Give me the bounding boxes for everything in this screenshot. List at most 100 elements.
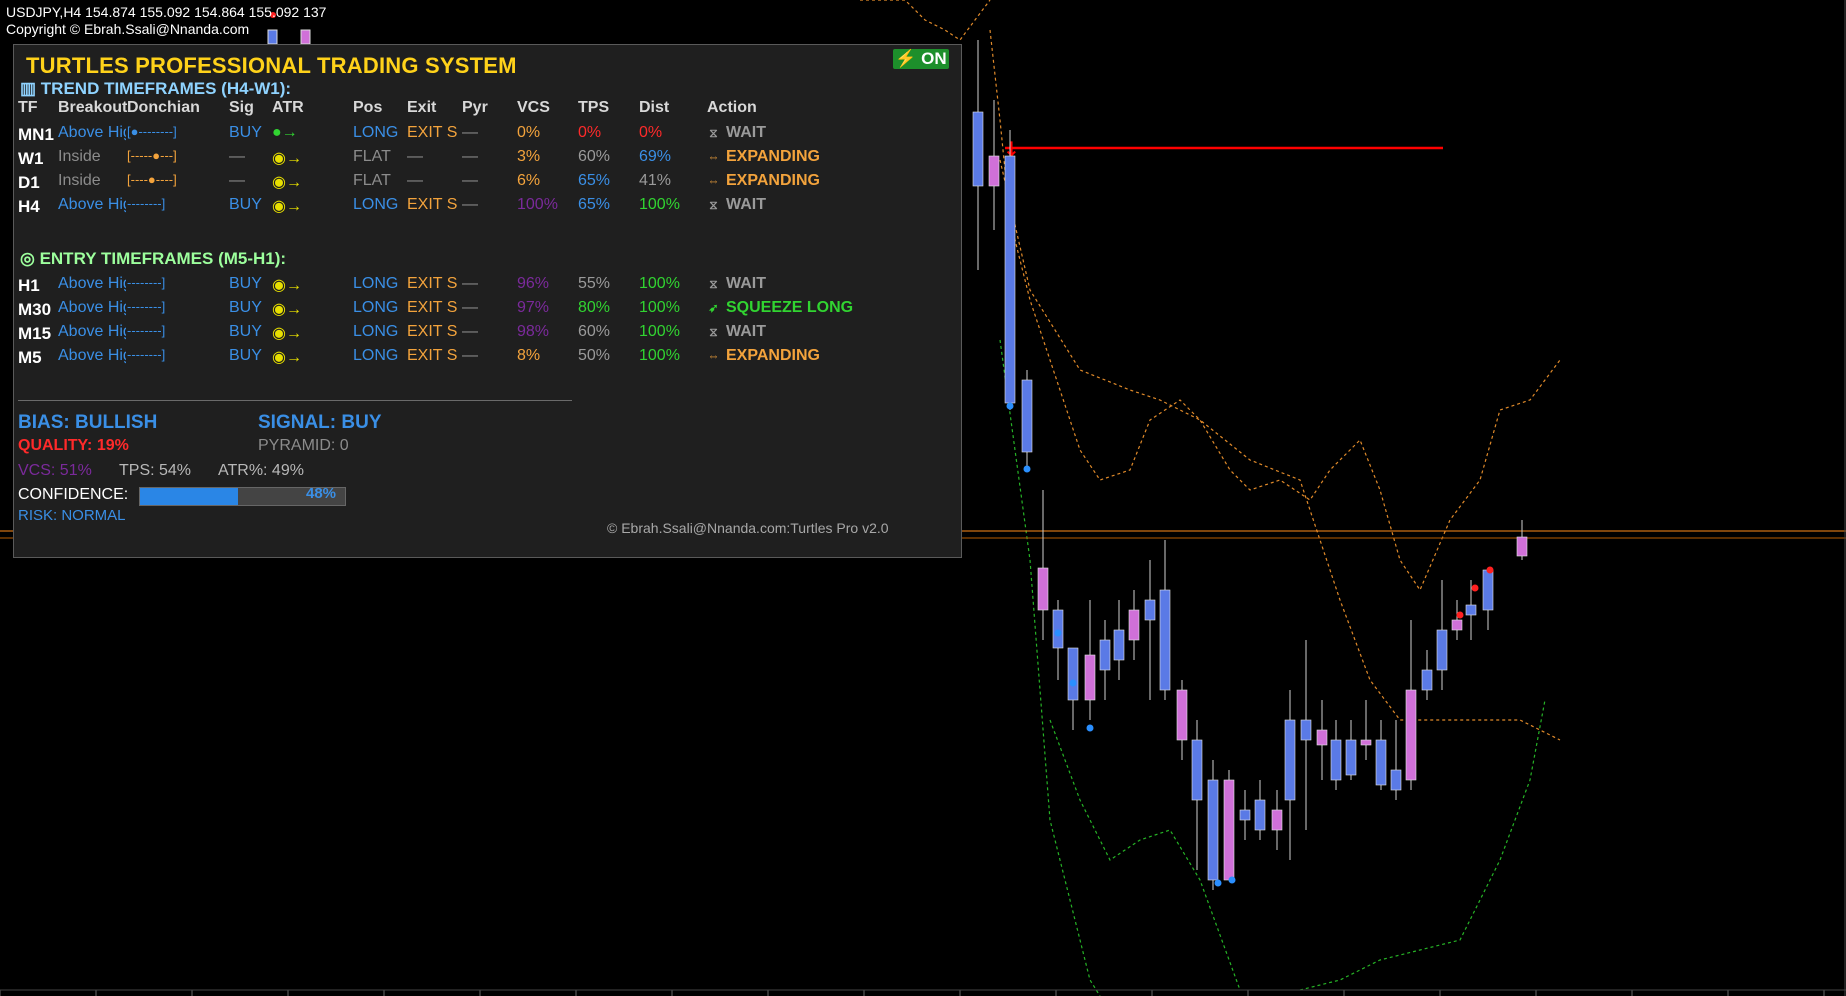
tf-cell: H4 [18, 197, 40, 216]
dist-cell: 100% [639, 347, 680, 364]
action-cell: ⧖ WAIT [707, 124, 766, 142]
action-label: WAIT [726, 196, 766, 213]
candle-body [1176, 689, 1188, 741]
breakout-cell: Inside [58, 148, 101, 165]
candle-body [1451, 619, 1463, 631]
expand-icon: ⇔ [707, 349, 720, 363]
action-label: WAIT [726, 323, 766, 340]
expand-icon: ⇔ [707, 150, 720, 164]
dist-cell: 100% [639, 196, 680, 213]
atr-cell: ◉→ [272, 325, 302, 342]
header-pyr: Pyr [462, 99, 488, 116]
tf-cell: M5 [18, 348, 42, 367]
pyr-cell: — [462, 299, 478, 316]
signal-dot [1023, 465, 1031, 473]
candle-body [1037, 567, 1049, 611]
turtles-dashboard-panel[interactable]: TURTLES PROFESSIONAL TRADING SYSTEM ⚡ ON… [13, 44, 962, 558]
exit-cell: EXIT S [407, 275, 458, 292]
candle-body [1421, 669, 1433, 691]
donchian-cell: [-----●---] [127, 148, 177, 163]
signal-dot [1471, 584, 1479, 592]
candle-body [1330, 739, 1342, 781]
dist-cell: 41% [639, 172, 672, 189]
sig-cell: — [229, 172, 245, 189]
atr-cell: ◉→ [272, 277, 302, 294]
pos-cell: LONG [353, 347, 399, 364]
header-donchian: Donchian [127, 99, 200, 116]
action-cell: ⧖ WAIT [707, 275, 766, 293]
candle-body [988, 155, 1000, 187]
atr-cell: ◉→ [272, 150, 302, 167]
vcs-cell: 98% [517, 323, 550, 340]
tf-cell: W1 [18, 149, 44, 168]
pyr-cell: — [462, 124, 478, 141]
action-cell: ⧖ WAIT [707, 196, 766, 214]
candle-body [1271, 809, 1283, 831]
donchian-cell: --------] [127, 347, 166, 362]
panel-copyright: © Ebrah.Ssali@Nnanda.com:Turtles Pro v2.… [607, 520, 889, 536]
mid-band-line [989, 29, 1561, 592]
breakout-cell: Above Hig [58, 124, 126, 141]
donchian-cell: --------] [127, 196, 166, 211]
candle-body [1067, 647, 1079, 701]
breakout-cell: Above High [58, 299, 126, 316]
sig-cell: BUY [229, 323, 262, 340]
header-breakout: Breakout [58, 99, 128, 116]
vcs-cell: 0% [517, 124, 541, 141]
tps-cell: 55% [578, 275, 611, 292]
signal-dot [1069, 679, 1077, 687]
pos-cell: LONG [353, 323, 399, 340]
tf-cell: M30 [18, 300, 52, 319]
exit-cell: EXIT S [407, 323, 458, 340]
sig-cell: BUY [229, 275, 262, 292]
on-toggle-button[interactable]: ⚡ ON [893, 49, 949, 69]
tps-cell: 60% [578, 148, 611, 165]
candle-body [1300, 719, 1312, 741]
candle-body [1465, 604, 1477, 616]
action-cell: ⇔ EXPANDING [707, 148, 820, 166]
tf-cell: M15 [18, 324, 52, 343]
trend-section-title: ▥ TREND TIMEFRAMES (H4-W1): [20, 79, 291, 99]
exit-cell: EXIT S [407, 124, 458, 141]
pyr-cell: — [462, 196, 478, 213]
signal-dot [1228, 876, 1236, 884]
chart-icon: ▥ [20, 79, 41, 98]
exit-cell: EXIT S [407, 299, 458, 316]
atr-cell: ◉→ [272, 349, 302, 366]
header-exit: Exit [407, 99, 437, 116]
hourglass-icon: ⧖ [709, 198, 718, 212]
header-action: Action [707, 99, 757, 116]
hourglass-icon: ⧖ [709, 325, 718, 339]
action-cell: ⇔ EXPANDING [707, 172, 820, 190]
copyright-line: Copyright © Ebrah.Ssali@Nnanda.com [6, 21, 250, 37]
confidence-label: CONFIDENCE: [18, 486, 129, 503]
breakout-cell: Above High [58, 275, 126, 292]
pyr-cell: — [462, 148, 478, 165]
upper-band-line [860, 0, 991, 41]
dist-cell: 69% [639, 148, 672, 165]
candle-body [1084, 654, 1096, 701]
pos-cell: LONG [353, 124, 399, 141]
dist-cell: 100% [639, 299, 680, 316]
pyr-cell: — [462, 347, 478, 364]
candle-body [1207, 779, 1219, 881]
atr-summary: ATR%: 49% [218, 462, 304, 479]
pos-cell: FLAT [353, 172, 391, 189]
candle-body [1436, 629, 1448, 671]
risk-label: RISK: NORMAL [18, 507, 126, 524]
vcs-summary: VCS: 51% [18, 462, 92, 479]
atr-cell: ●→ [272, 124, 298, 141]
quality-row: QUALITY: 19% [18, 437, 129, 455]
candle-body [1345, 739, 1357, 776]
action-label: SQUEEZE LONG [726, 299, 854, 316]
vcs-cell: 8% [517, 347, 541, 364]
action-cell: ➶ SQUEEZE LONG [707, 299, 853, 317]
dist-cell: 0% [639, 124, 663, 141]
quality-value: 19% [96, 437, 129, 454]
entry-section-title: ◎ ENTRY TIMEFRAMES (M5-H1): [20, 249, 286, 269]
tps-cell: 65% [578, 196, 611, 213]
header-tps: TPS [578, 99, 610, 116]
atr-cell: ◉→ [272, 301, 302, 318]
candle-body [1144, 599, 1156, 621]
vcs-cell: 100% [517, 196, 558, 213]
